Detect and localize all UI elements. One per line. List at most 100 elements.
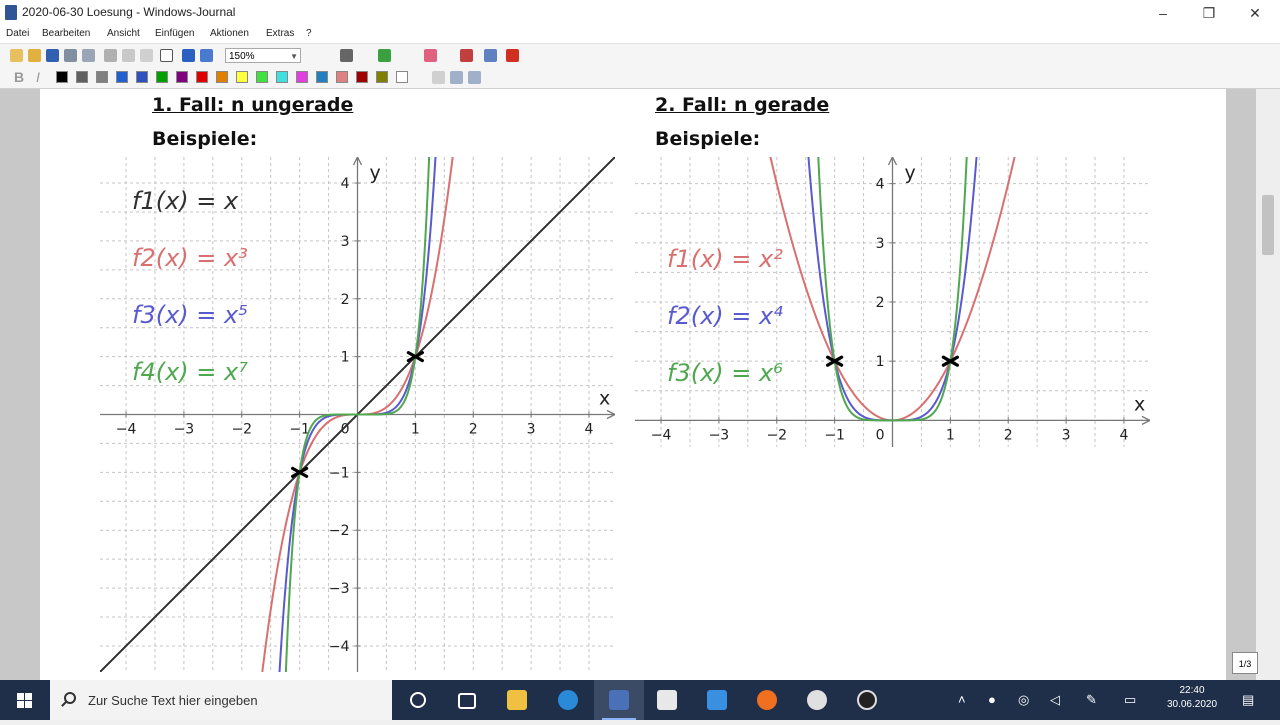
window-title: 2020-06-30 Loesung - Windows-Journal — [22, 5, 236, 19]
cut-icon[interactable] — [104, 49, 117, 62]
open-icon[interactable] — [28, 49, 41, 62]
zoom-out-icon[interactable] — [468, 71, 481, 84]
clock[interactable]: 22:40 30.06.2020 — [1162, 684, 1222, 712]
vertical-scrollbar[interactable] — [1256, 89, 1280, 680]
minimize-button[interactable]: – — [1140, 2, 1186, 24]
color-swatch[interactable] — [176, 71, 188, 83]
start-button[interactable] — [0, 680, 50, 720]
zoom-in-icon[interactable] — [450, 71, 463, 84]
color-swatch[interactable] — [196, 71, 208, 83]
taskbar-firefox[interactable] — [742, 680, 792, 720]
y-tick-label: −4 — [329, 639, 350, 655]
close-button[interactable]: ✕ — [1232, 2, 1278, 24]
x-axis-label: x — [599, 388, 610, 410]
menu-aktionen[interactable]: Aktionen — [210, 28, 249, 39]
menu-einfuegen[interactable]: Einfügen — [155, 28, 194, 39]
restore-button[interactable]: ❐ — [1186, 2, 1232, 24]
task-view-button[interactable] — [440, 680, 490, 720]
microphone-icon[interactable]: ● — [988, 692, 996, 707]
taskbar-explorer[interactable] — [492, 680, 542, 720]
send-icon[interactable] — [64, 49, 77, 62]
paste-icon[interactable] — [140, 49, 153, 62]
save-icon[interactable] — [46, 49, 59, 62]
zoom-select[interactable]: 150% ▼ — [225, 48, 301, 63]
color-swatch[interactable] — [256, 71, 268, 83]
y-axis-label: y — [370, 162, 381, 184]
pen-tray-icon[interactable]: ✎ — [1086, 692, 1097, 708]
volume-icon[interactable]: ◁ — [1050, 692, 1060, 708]
color-swatch[interactable] — [336, 71, 348, 83]
flag-icon[interactable] — [506, 49, 519, 62]
keyboard-icon[interactable]: ▭ — [1124, 692, 1136, 708]
color-swatch[interactable] — [396, 71, 408, 83]
color-swatch[interactable] — [316, 71, 328, 83]
window-titlebar: 2020-06-30 Loesung - Windows-Journal – ❐… — [0, 0, 1280, 26]
clock-date: 30.06.2020 — [1166, 699, 1218, 710]
journal-page[interactable]: 1. Fall: n ungerade Beispiele: 2. Fall: … — [40, 89, 1226, 680]
x-tick-label: 2 — [1004, 427, 1013, 443]
menu-datei[interactable]: Datei — [6, 28, 29, 39]
search-placeholder: Zur Suche Text hier eingeben — [88, 693, 258, 708]
x-tick-label: 4 — [584, 422, 593, 438]
right-heading: 2. Fall: n gerade — [655, 94, 830, 116]
color-swatch[interactable] — [116, 71, 128, 83]
new-note-icon[interactable] — [10, 49, 23, 62]
menu-ansicht[interactable]: Ansicht — [107, 28, 140, 39]
highlighter-icon[interactable] — [378, 49, 391, 62]
redo-icon[interactable] — [200, 49, 213, 62]
undo-icon[interactable] — [182, 49, 195, 62]
x-tick-label: 1 — [411, 422, 420, 438]
menu-help[interactable]: ? — [306, 28, 312, 39]
color-swatch[interactable] — [156, 71, 168, 83]
taskbar-edge[interactable] — [543, 680, 593, 720]
network-icon[interactable]: ◎ — [1018, 692, 1029, 708]
taskbar-search[interactable]: Zur Suche Text hier eingeben — [50, 680, 392, 720]
y-tick-label: 4 — [341, 176, 350, 192]
taskbar-store[interactable] — [642, 680, 692, 720]
cortana-button[interactable] — [393, 680, 443, 720]
notification-icon[interactable]: ▤ — [1242, 692, 1254, 708]
y-tick-label: 3 — [341, 234, 350, 250]
color-swatch[interactable] — [216, 71, 228, 83]
insert-space-icon[interactable] — [484, 49, 497, 62]
pen-icon[interactable] — [340, 49, 353, 62]
italic-button[interactable]: I — [36, 69, 40, 85]
color-swatch[interactable] — [356, 71, 368, 83]
menu-bearbeiten[interactable]: Bearbeiten — [42, 28, 90, 39]
hand-tool-icon[interactable] — [432, 71, 445, 84]
color-swatch[interactable] — [376, 71, 388, 83]
x-tick-label: 3 — [527, 422, 536, 438]
task-view-icon — [458, 693, 476, 709]
y-tick-label: 3 — [876, 236, 885, 252]
color-swatch[interactable] — [276, 71, 288, 83]
lasso-icon[interactable] — [460, 49, 473, 62]
eraser-icon[interactable] — [424, 49, 437, 62]
color-swatch[interactable] — [56, 71, 68, 83]
clock-time: 22:40 — [1179, 685, 1205, 696]
taskbar-app-1[interactable] — [792, 680, 842, 720]
search-doc-icon[interactable] — [82, 49, 95, 62]
bold-button[interactable]: B — [14, 69, 24, 85]
taskbar-journal[interactable] — [594, 680, 644, 720]
taskbar-mail[interactable] — [692, 680, 742, 720]
copy-icon[interactable] — [122, 49, 135, 62]
color-swatch[interactable] — [76, 71, 88, 83]
menu-extras[interactable]: Extras — [266, 28, 294, 39]
chevron-up-icon[interactable]: ˄ — [958, 692, 966, 707]
x-tick-label: 1 — [946, 427, 955, 443]
x-tick-label: 2 — [469, 422, 478, 438]
color-swatch[interactable] — [236, 71, 248, 83]
color-swatch[interactable] — [136, 71, 148, 83]
scrollbar-thumb[interactable] — [1262, 195, 1274, 255]
journal-icon — [609, 690, 629, 710]
taskbar-app-2[interactable] — [842, 680, 892, 720]
legend-entry: f2(x) = x⁴ — [667, 302, 783, 330]
color-swatch[interactable] — [296, 71, 308, 83]
app-icon — [807, 690, 827, 710]
journal-app-icon — [5, 5, 17, 20]
legend-entry: f3(x) = x⁶ — [667, 359, 783, 387]
page-icon[interactable] — [160, 49, 173, 62]
legend-entry: f1(x) = x² — [667, 245, 783, 273]
color-swatch[interactable] — [96, 71, 108, 83]
windows-logo-icon — [17, 693, 32, 708]
